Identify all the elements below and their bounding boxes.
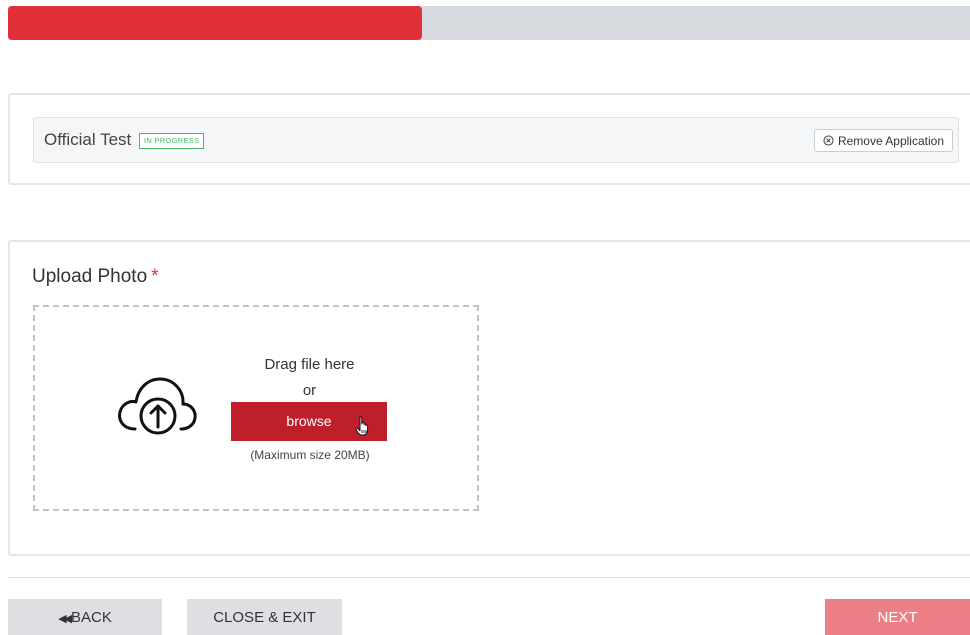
drag-file-text: Drag file here — [264, 356, 355, 373]
remove-application-label: Remove Application — [837, 133, 944, 148]
browse-button[interactable]: browse — [231, 402, 387, 441]
application-name: Official Test — [44, 130, 132, 149]
double-chevron-left-icon: ◀◀ — [58, 613, 72, 625]
next-button[interactable]: NEXT — [825, 599, 970, 635]
status-badge: IN PROGRESS — [139, 133, 205, 149]
next-label: NEXT — [877, 609, 918, 626]
close-exit-button[interactable]: CLOSE & EXIT — [187, 599, 342, 635]
upload-photo-card: Upload Photo * Drag file here or browse (… — [8, 240, 970, 556]
back-label: BACK — [71, 609, 112, 626]
browse-label: browse — [286, 413, 332, 429]
hand-pointer-icon — [355, 416, 369, 436]
close-exit-label: CLOSE & EXIT — [213, 609, 316, 626]
file-dropzone[interactable]: Drag file here or browse (Maximum size 2… — [33, 305, 479, 511]
footer-divider — [8, 577, 970, 578]
application-card: Official Test IN PROGRESS Remove Applica… — [8, 93, 970, 185]
required-mark: * — [151, 266, 159, 287]
application-row: Official Test IN PROGRESS Remove Applica… — [33, 117, 959, 163]
page: Official Test IN PROGRESS Remove Applica… — [0, 0, 970, 635]
back-button[interactable]: ◀◀ BACK — [8, 599, 162, 635]
upload-photo-title-text: Upload Photo — [32, 266, 148, 287]
upload-photo-title: Upload Photo * — [32, 266, 159, 288]
remove-application-button[interactable]: Remove Application — [813, 129, 953, 152]
max-size-text: (Maximum size 20MB) — [250, 448, 370, 462]
or-text: or — [302, 382, 317, 399]
circle-x-icon — [823, 135, 834, 146]
progress-bar — [8, 6, 970, 40]
cloud-upload-icon — [118, 377, 197, 435]
progress-bar-fill — [8, 6, 422, 40]
